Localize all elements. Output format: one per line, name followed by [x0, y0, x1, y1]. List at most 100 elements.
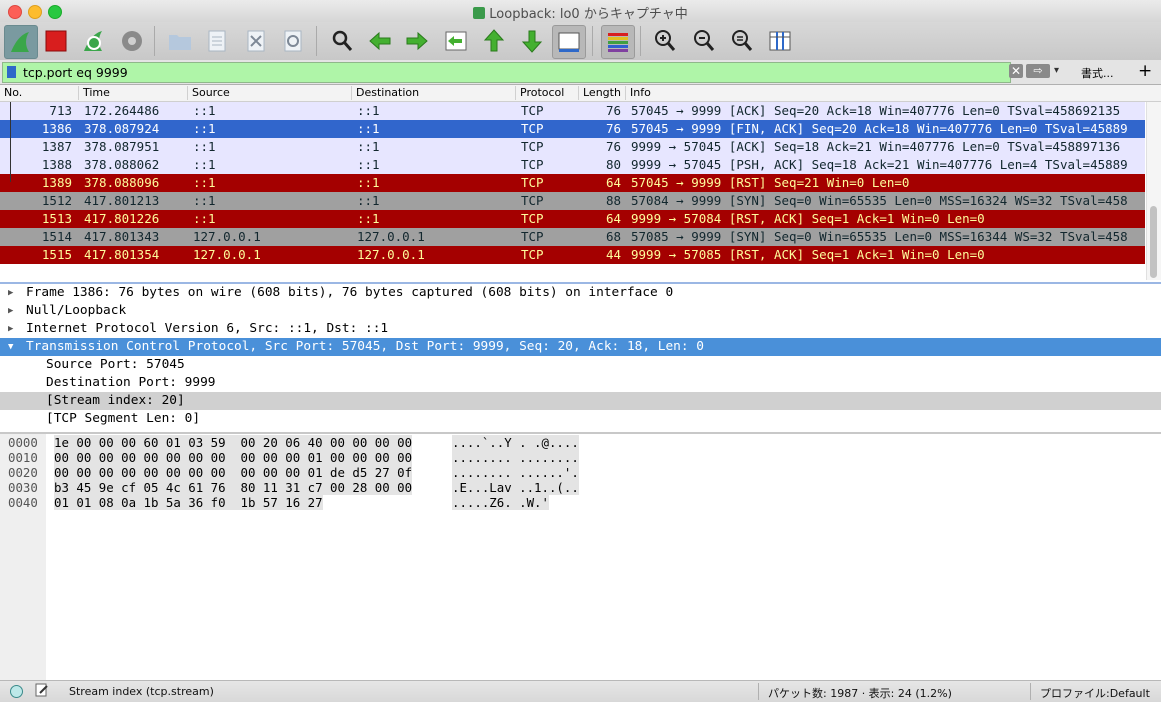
packet-row[interactable]: 1512 417.801213::1::1 TCP 88 57084 → 9999 [S…: [0, 192, 1145, 210]
folder-icon[interactable]: [164, 25, 196, 57]
filter-expression-button[interactable]: 書式...: [1081, 65, 1114, 81]
scroll-thumb[interactable]: [1150, 206, 1157, 278]
shark-fin-start-icon[interactable]: [4, 25, 38, 59]
add-filter-button[interactable]: +: [1138, 61, 1152, 81]
stop-icon[interactable]: [40, 25, 72, 57]
hex-bytes[interactable]: b3 45 9e cf 05 4c 61 76 80 11 31 c7 00 2…: [54, 480, 413, 495]
detail-tree-item[interactable]: ▶ Null/Loopback: [0, 302, 1161, 320]
main-toolbar: [0, 22, 1161, 61]
column-header-no[interactable]: No.: [0, 86, 78, 100]
packet-row[interactable]: 1386 378.087924::1::1 TCP 76 57045 → 9999 [F…: [0, 120, 1145, 138]
packet-row[interactable]: 1514 417.801343 127.0.0.1 127.0.0.1 TCP 68 570…: [0, 228, 1145, 246]
status-profile[interactable]: プロファイル:Default: [1040, 685, 1150, 701]
apply-filter-button[interactable]: ⇨: [1026, 64, 1050, 78]
capture-comment-icon[interactable]: [35, 683, 49, 697]
toolbar-separator: [316, 26, 317, 56]
zoom-out-icon[interactable]: [688, 25, 720, 57]
detail-tree-item[interactable]: Source Port: 57045: [0, 356, 1161, 374]
cell-info: 57045 → 9999 [FIN, ACK] Seq=20 Ack=18 Wi…: [631, 121, 1128, 136]
packet-row[interactable]: 1513 417.801226::1::1 TCP 64 9999 → 57084 [R…: [0, 210, 1145, 228]
detail-text: Null/Loopback: [26, 303, 127, 318]
bookmark-icon[interactable]: [7, 66, 16, 78]
zoom-in-icon[interactable]: [649, 25, 681, 57]
cell-time: 417.801213: [84, 193, 160, 208]
arrow-up-icon[interactable]: [478, 25, 510, 57]
cell-src: ::1: [193, 139, 216, 154]
packet-details: ▶ Frame 1386: 76 bytes on wire (608 bits)…: [0, 284, 1161, 434]
autoscroll-icon[interactable]: [552, 25, 586, 59]
arrow-right-icon[interactable]: [401, 25, 433, 57]
display-filter-input[interactable]: tcp.port eq 9999: [2, 62, 1011, 83]
detail-tree-item[interactable]: Destination Port: 9999: [0, 374, 1161, 392]
conversation-bracket: [10, 102, 11, 182]
filter-text[interactable]: tcp.port eq 9999: [23, 65, 128, 80]
expert-info-icon[interactable]: [10, 685, 23, 698]
cell-src: 127.0.0.1: [193, 247, 261, 262]
resize-columns-icon[interactable]: [764, 25, 796, 57]
detail-tree-item[interactable]: [TCP Segment Len: 0]: [0, 410, 1161, 428]
ascii-bytes[interactable]: .....Z6. .W.': [452, 495, 549, 510]
restart-icon[interactable]: [78, 25, 110, 57]
byte-offset[interactable]: 0010: [8, 450, 38, 465]
file-icon[interactable]: [201, 25, 233, 57]
arrow-down-icon[interactable]: [516, 25, 548, 57]
column-header-time[interactable]: Time: [78, 86, 186, 100]
packet-row[interactable]: 1515 417.801354 127.0.0.1 127.0.0.1 TCP 44 999…: [0, 246, 1145, 264]
cell-dst: ::1: [357, 211, 380, 226]
detail-tree-item[interactable]: ▶ Internet Protocol Version 6, Src: ::1, …: [0, 320, 1161, 338]
collapsed-arrow-icon[interactable]: ▶: [8, 302, 13, 320]
cell-proto: TCP: [521, 157, 544, 172]
clear-filter-button[interactable]: ✕: [1009, 64, 1023, 78]
arrow-left-icon[interactable]: [364, 25, 396, 57]
byte-offset[interactable]: 0040: [8, 495, 38, 510]
window-title: Loopback: lo0 からキャプチャ中: [0, 3, 1161, 22]
close-file-icon[interactable]: [240, 25, 272, 57]
packet-row[interactable]: 1389 378.088096::1::1 TCP 64 57045 → 9999 [R…: [0, 174, 1145, 192]
hex-bytes[interactable]: 01 01 08 0a 1b 5a 36 f0 1b 57 16 27: [54, 495, 323, 510]
byte-offset[interactable]: 0000: [8, 435, 38, 450]
zoom-reset-icon[interactable]: [726, 25, 758, 57]
ascii-bytes[interactable]: ........ ........: [452, 450, 579, 465]
gear-icon[interactable]: [116, 25, 148, 57]
packet-row[interactable]: 1387 378.087951::1::1 TCP 76 9999 → 57045 [A…: [0, 138, 1145, 156]
hex-dump-row: 0020 00 00 00 00 00 00 00 00 00 00 00 01 …: [0, 465, 600, 480]
cell-len: 76: [605, 103, 621, 118]
detail-tree-item[interactable]: ▼ Transmission Control Protocol, Src Port…: [0, 338, 1161, 356]
search-icon[interactable]: [326, 25, 358, 57]
byte-offset[interactable]: 0020: [8, 465, 38, 480]
column-header-info[interactable]: Info: [625, 86, 1150, 100]
collapsed-arrow-icon[interactable]: ▶: [8, 320, 13, 338]
packet-row[interactable]: 713 172.264486::1::1 TCP 76 57045 → 9999 [AC…: [0, 102, 1145, 120]
column-header-protocol[interactable]: Protocol: [515, 86, 578, 100]
cell-len: 76: [605, 121, 621, 136]
collapsed-arrow-icon[interactable]: ▶: [8, 284, 13, 302]
filter-history-dropdown[interactable]: ▾: [1054, 65, 1059, 76]
ascii-bytes[interactable]: ....`..Y . .@....: [452, 435, 579, 450]
expanded-arrow-icon[interactable]: ▼: [8, 338, 13, 356]
column-header-destination[interactable]: Destination: [351, 86, 515, 100]
colorize-icon[interactable]: [601, 25, 635, 59]
reload-icon[interactable]: [277, 25, 309, 57]
hex-dump-row: 0030 b3 45 9e cf 05 4c 61 76 80 11 31 c7 …: [0, 480, 600, 495]
toolbar-separator: [640, 26, 641, 56]
packet-row[interactable]: 1388 378.088062::1::1 TCP 80 9999 → 57045 [P…: [0, 156, 1145, 174]
ascii-bytes[interactable]: .E...Lav ..1..(..: [452, 480, 579, 495]
status-separator: [1030, 683, 1031, 700]
hex-bytes[interactable]: 1e 00 00 00 60 01 03 59 00 20 06 40 00 0…: [54, 435, 413, 450]
cell-len: 44: [605, 247, 621, 262]
hex-bytes[interactable]: 00 00 00 00 00 00 00 00 00 00 00 01 de d…: [54, 465, 413, 480]
column-header-source[interactable]: Source: [187, 86, 351, 100]
cell-dst: ::1: [357, 175, 380, 190]
hex-bytes[interactable]: 00 00 00 00 00 00 00 00 00 00 00 01 00 0…: [54, 450, 413, 465]
cell-src: ::1: [193, 103, 216, 118]
detail-tree-item[interactable]: ▶ Frame 1386: 76 bytes on wire (608 bits)…: [0, 284, 1161, 302]
jump-icon[interactable]: [440, 25, 472, 57]
packet-list-scrollbar[interactable]: [1146, 102, 1161, 280]
detail-tree-item[interactable]: [Stream index: 20]: [0, 392, 1161, 410]
cell-time: 378.087924: [84, 121, 160, 136]
byte-offset[interactable]: 0030: [8, 480, 38, 495]
cell-src: ::1: [193, 121, 216, 136]
cell-no: 1515: [41, 247, 72, 262]
column-header-length[interactable]: Length: [578, 86, 625, 100]
ascii-bytes[interactable]: ........ ......'.: [452, 465, 579, 480]
